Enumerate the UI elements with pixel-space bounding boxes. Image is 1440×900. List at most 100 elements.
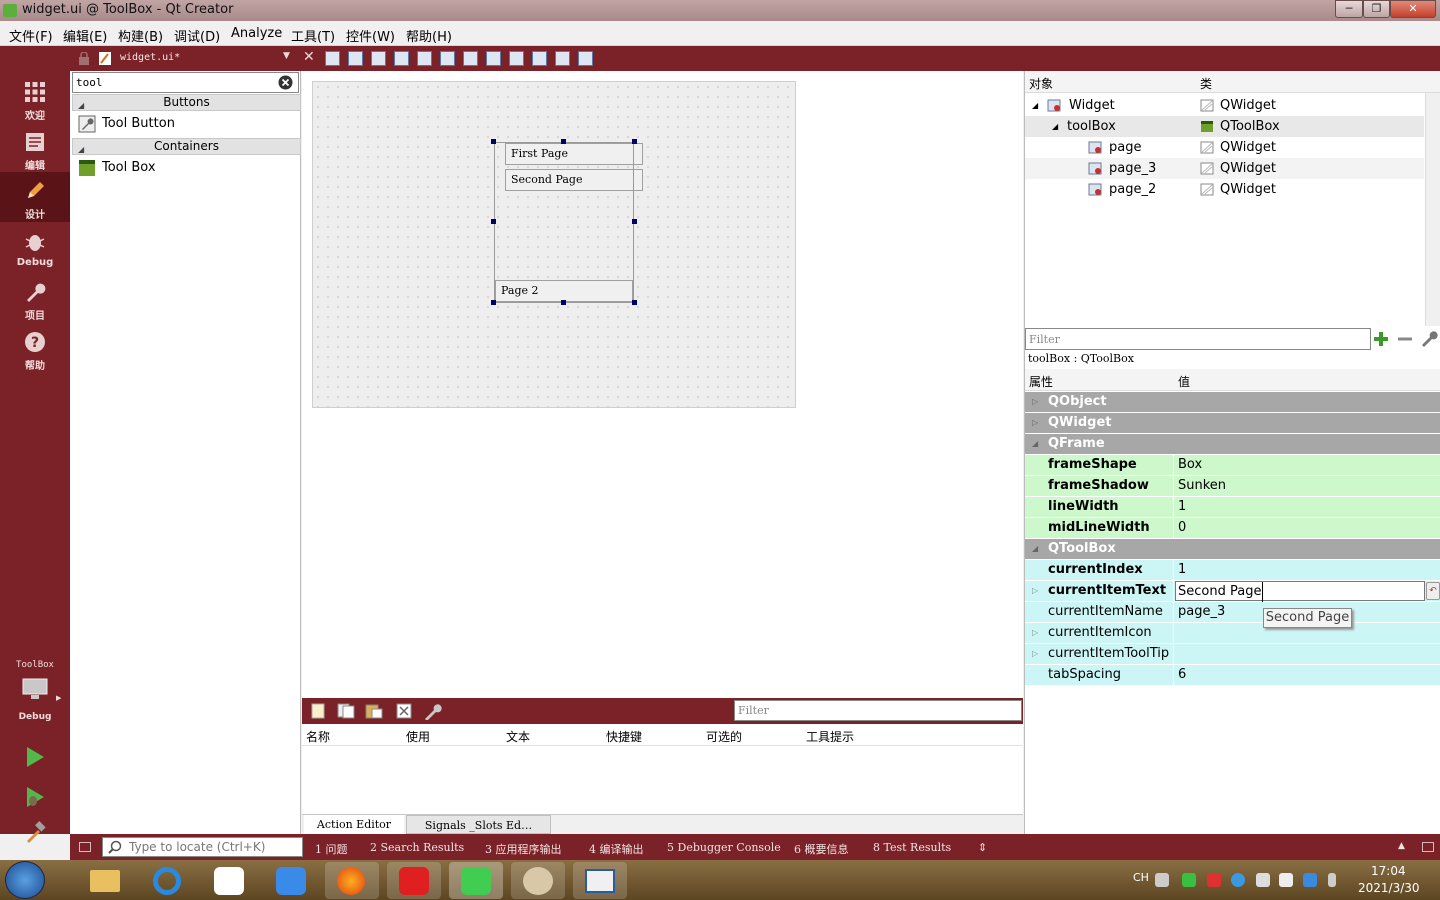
menu-debug[interactable]: 调试(D) bbox=[174, 26, 220, 45]
kit-selector[interactable]: ToolBox ▶ Debug bbox=[0, 652, 70, 722]
clear-search-icon[interactable] bbox=[278, 75, 293, 90]
menu-help[interactable]: 帮助(H) bbox=[406, 26, 452, 45]
toolbox-page-tab[interactable]: Page 2 bbox=[495, 280, 633, 302]
toolbox-frame[interactable] bbox=[494, 142, 634, 303]
property-filter-field[interactable]: Filter bbox=[1025, 328, 1371, 350]
category-buttons[interactable]: ◢ Buttons bbox=[72, 94, 301, 111]
menu-build[interactable]: 构建(B) bbox=[118, 26, 163, 45]
property-row[interactable]: frameShape Box bbox=[1025, 455, 1440, 476]
break-layout-icon[interactable] bbox=[555, 51, 570, 66]
open-file-name[interactable]: widget.ui* bbox=[120, 52, 180, 63]
taskbar-qt-creator[interactable] bbox=[449, 862, 503, 899]
start-button[interactable] bbox=[5, 861, 45, 899]
chrome-icon[interactable] bbox=[1231, 873, 1245, 887]
configure-icon[interactable] bbox=[423, 702, 443, 720]
selection-handle[interactable] bbox=[491, 139, 496, 144]
copy-action-icon[interactable] bbox=[337, 703, 355, 719]
volume-icon[interactable] bbox=[1328, 873, 1336, 887]
property-row[interactable]: ▷ currentItemToolTip bbox=[1025, 644, 1440, 665]
selection-handle[interactable] bbox=[632, 219, 637, 224]
clock-date[interactable]: 2021/3/30 bbox=[1358, 881, 1420, 895]
expand-icon[interactable]: ▷ bbox=[1032, 392, 1038, 412]
layout-grid-icon[interactable] bbox=[509, 51, 524, 66]
expand-icon[interactable]: ▷ bbox=[1032, 581, 1038, 601]
expand-icon[interactable]: ▷ bbox=[1032, 623, 1038, 643]
expand-icon[interactable]: ◢ bbox=[1032, 95, 1038, 116]
layout-form-icon[interactable] bbox=[532, 51, 547, 66]
object-row-page[interactable]: page QWidget bbox=[1025, 137, 1424, 158]
output-tab-search[interactable]: 2 Search Results bbox=[370, 841, 464, 854]
toggle-sidebar-icon[interactable] bbox=[79, 842, 91, 852]
taskbar-feishu[interactable] bbox=[264, 862, 318, 899]
property-row[interactable]: ▷ QWidget bbox=[1025, 413, 1440, 434]
property-row[interactable]: lineWidth 1 bbox=[1025, 497, 1440, 518]
mode-welcome[interactable]: 欢迎 bbox=[0, 73, 70, 123]
taskbar-paint[interactable] bbox=[511, 862, 565, 899]
file-dropdown-icon[interactable]: ▼ bbox=[283, 51, 290, 61]
property-value[interactable]: 1 bbox=[1178, 560, 1186, 580]
splitter-vertical-icon[interactable] bbox=[486, 51, 501, 66]
selection-handle[interactable] bbox=[561, 300, 566, 305]
object-row-page-3[interactable]: page_3 QWidget bbox=[1025, 158, 1424, 179]
edit-buddies-icon[interactable] bbox=[371, 51, 386, 66]
taskbar-document[interactable] bbox=[573, 862, 627, 899]
action-filter-field[interactable]: Filter bbox=[734, 700, 1022, 721]
debug-run-icon[interactable] bbox=[24, 786, 46, 808]
input-language[interactable]: CH bbox=[1133, 871, 1149, 884]
expand-icon[interactable]: ◢ bbox=[1052, 116, 1058, 137]
minimize-button[interactable]: ─ bbox=[1335, 0, 1363, 18]
tray-app-icon[interactable] bbox=[1256, 873, 1270, 887]
column-tooltip[interactable]: 工具提示 bbox=[806, 728, 854, 745]
mode-help[interactable]: ? 帮助 bbox=[0, 323, 70, 373]
mode-debug[interactable]: Debug bbox=[0, 223, 70, 273]
menu-widgets[interactable]: 控件(W) bbox=[346, 26, 395, 45]
new-action-icon[interactable] bbox=[311, 703, 325, 719]
menu-edit[interactable]: 编辑(E) bbox=[63, 26, 107, 45]
property-row[interactable]: currentItemName page_3 bbox=[1025, 602, 1440, 623]
output-tab-issues[interactable]: 1 问题 bbox=[315, 841, 348, 857]
selection-handle[interactable] bbox=[632, 300, 637, 305]
property-value[interactable]: 6 bbox=[1178, 665, 1186, 685]
selection-handle[interactable] bbox=[491, 219, 496, 224]
object-row-page-2[interactable]: page_2 QWidget bbox=[1025, 179, 1424, 200]
property-value[interactable]: 0 bbox=[1178, 518, 1186, 538]
taskbar-firefox[interactable] bbox=[325, 862, 379, 899]
property-row[interactable]: currentIndex 1 bbox=[1025, 560, 1440, 581]
property-row[interactable]: ◢ QFrame bbox=[1025, 434, 1440, 455]
widget-item-tool-box[interactable]: Tool Box bbox=[72, 157, 301, 179]
configure-icon[interactable] bbox=[1420, 329, 1438, 347]
column-used[interactable]: 使用 bbox=[406, 728, 430, 745]
run-icon[interactable] bbox=[24, 746, 46, 768]
object-inspector-scrollbar[interactable] bbox=[1425, 93, 1440, 326]
clock-time[interactable]: 17:04 bbox=[1371, 864, 1406, 878]
column-shortcut[interactable]: 快捷键 bbox=[606, 728, 642, 745]
locator-field[interactable]: Type to locate (Ctrl+K) bbox=[102, 837, 303, 857]
expand-icon[interactable]: ▷ bbox=[1032, 413, 1038, 433]
close-button[interactable]: ✕ bbox=[1390, 0, 1436, 18]
output-tab-compile[interactable]: 4 编译输出 bbox=[589, 841, 644, 857]
property-value[interactable]: 1 bbox=[1178, 497, 1186, 517]
column-object[interactable]: 对象 bbox=[1029, 75, 1053, 92]
mode-projects[interactable]: 项目 bbox=[0, 273, 70, 323]
show-output-icon[interactable]: ▲ bbox=[1398, 841, 1405, 851]
layout-horizontal-icon[interactable] bbox=[417, 51, 432, 66]
paste-action-icon[interactable] bbox=[365, 703, 383, 719]
form-widget[interactable]: First Page Second Page Page 2 bbox=[312, 81, 796, 408]
widget-item-tool-button[interactable]: Tool Button bbox=[72, 113, 301, 135]
output-tab-app-output[interactable]: 3 应用程序输出 bbox=[485, 841, 562, 857]
more-tabs-icon[interactable]: ⇕ bbox=[978, 841, 987, 854]
edit-widgets-icon[interactable] bbox=[325, 51, 340, 66]
column-class[interactable]: 类 bbox=[1200, 75, 1212, 92]
expand-icon[interactable]: ◢ bbox=[1032, 539, 1038, 559]
category-containers[interactable]: ◢ Containers bbox=[72, 138, 301, 155]
delete-action-icon[interactable] bbox=[396, 703, 412, 719]
tab-signals-slots-editor[interactable]: Signals _Slots Ed… bbox=[406, 815, 551, 834]
mode-design[interactable]: 设计 bbox=[0, 172, 70, 222]
property-value[interactable]: Box bbox=[1178, 455, 1202, 475]
mode-edit[interactable]: 编辑 bbox=[0, 123, 70, 173]
adjust-size-icon[interactable] bbox=[578, 51, 593, 66]
network-icon[interactable] bbox=[1303, 873, 1317, 887]
taskbar-youdao[interactable] bbox=[387, 862, 441, 899]
expand-icon[interactable]: ▷ bbox=[1032, 644, 1038, 664]
output-tab-general[interactable]: 6 概要信息 bbox=[794, 841, 849, 857]
